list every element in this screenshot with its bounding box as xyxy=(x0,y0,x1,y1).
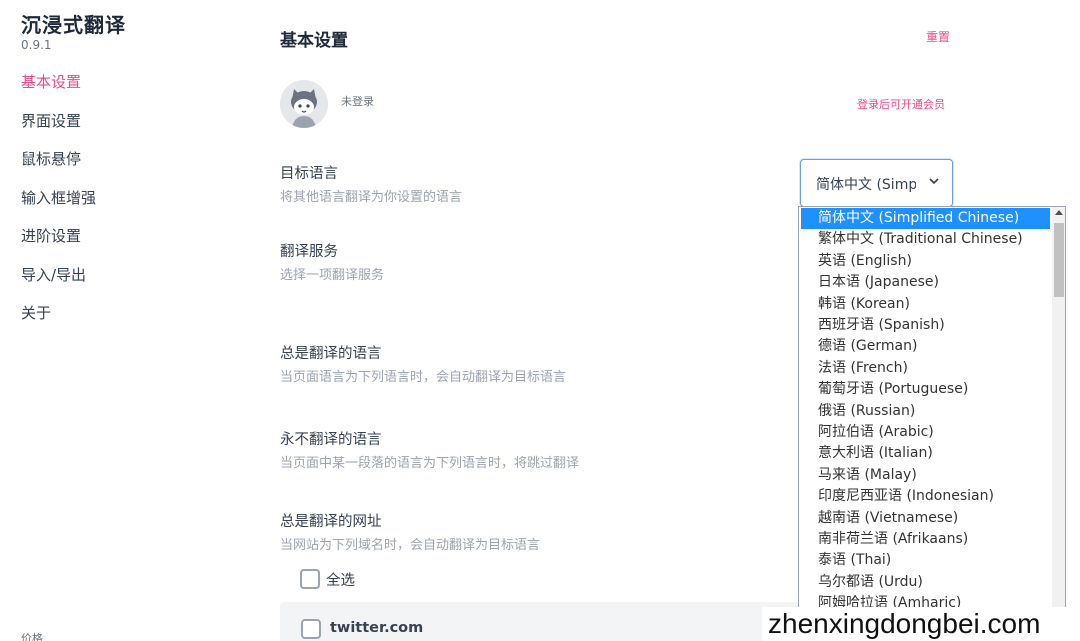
never-translate-languages-desc: 当页面中某一段落的语言为下列语言时，将跳过翻译 xyxy=(280,456,580,471)
scroll-up-arrow-icon[interactable] xyxy=(1055,210,1063,215)
language-option[interactable]: 马来语 (Malay) xyxy=(801,465,1050,486)
language-option[interactable]: 日本语 (Japanese) xyxy=(801,272,1050,293)
language-option[interactable]: 意大利语 (Italian) xyxy=(801,443,1050,464)
language-option[interactable]: 韩语 (Korean) xyxy=(801,294,1050,315)
sidebar-item-advanced-settings[interactable]: 进阶设置 xyxy=(21,224,96,263)
language-option[interactable]: 阿拉伯语 (Arabic) xyxy=(801,422,1050,443)
avatar[interactable] xyxy=(280,80,328,128)
language-option[interactable]: 印度尼西亚语 (Indonesian) xyxy=(801,486,1050,507)
page-title: 基本设置 xyxy=(280,31,348,51)
language-option[interactable]: 葡萄牙语 (Portuguese) xyxy=(801,379,1050,400)
language-option[interactable]: 南非荷兰语 (Afrikaans) xyxy=(801,529,1050,550)
select-all-label: 全选 xyxy=(326,572,355,589)
always-translate-languages-desc: 当页面语言为下列语言时，会自动翻译为目标语言 xyxy=(280,370,567,385)
chevron-down-icon xyxy=(929,178,939,185)
never-translate-languages-title: 永不翻译的语言 xyxy=(280,432,382,448)
language-option[interactable]: 西班牙语 (Spanish) xyxy=(801,315,1050,336)
sidebar-item-about[interactable]: 关于 xyxy=(21,301,96,340)
translation-service-title: 翻译服务 xyxy=(280,244,338,260)
language-option[interactable]: 泰语 (Thai) xyxy=(801,550,1050,571)
dropdown-scrollbar[interactable] xyxy=(1052,207,1065,640)
sidebar-item-mouse-hover[interactable]: 鼠标悬停 xyxy=(21,147,96,186)
sidebar-item-input-enhance[interactable]: 输入框增强 xyxy=(21,186,96,225)
scrollbar-thumb[interactable] xyxy=(1054,223,1064,297)
target-language-title: 目标语言 xyxy=(280,166,338,182)
sidebar-item-import-export[interactable]: 导入/导出 xyxy=(21,263,96,302)
language-option[interactable]: 德语 (German) xyxy=(801,336,1050,357)
target-language-select[interactable]: 简体中文 (Simplified Chinese) xyxy=(800,159,953,207)
language-option[interactable]: 越南语 (Vietnamese) xyxy=(801,508,1050,529)
always-translate-sites-desc: 当网站为下列域名时，会自动翻译为目标语言 xyxy=(280,538,541,553)
sidebar-item-basic-settings[interactable]: 基本设置 xyxy=(21,70,96,109)
site-list-item: twitter.com xyxy=(280,602,800,641)
always-translate-languages-title: 总是翻译的语言 xyxy=(280,346,382,362)
target-language-select-value: 简体中文 (Simplified Chinese) xyxy=(816,177,916,193)
login-status: 未登录 xyxy=(341,95,374,108)
watermark-text: zhenxingdongbei.com xyxy=(762,607,1080,641)
language-option[interactable]: 英语 (English) xyxy=(801,251,1050,272)
sidebar-item-price[interactable]: 价格 xyxy=(21,630,43,641)
language-option[interactable]: 繁体中文 (Traditional Chinese) xyxy=(801,229,1050,250)
translation-service-desc: 选择一项翻译服务 xyxy=(280,268,385,283)
site-domain: twitter.com xyxy=(330,620,424,636)
reset-button[interactable]: 重置 xyxy=(926,28,950,45)
target-language-desc: 将其他语言翻译为你设置的语言 xyxy=(280,190,463,205)
language-option[interactable]: 简体中文 (Simplified Chinese) xyxy=(801,208,1050,229)
site-checkbox[interactable] xyxy=(301,619,321,639)
select-all-checkbox[interactable] xyxy=(300,569,320,589)
always-translate-sites-title: 总是翻译的网址 xyxy=(280,514,382,530)
language-option[interactable]: 俄语 (Russian) xyxy=(801,401,1050,422)
sidebar-nav: 基本设置 界面设置 鼠标悬停 输入框增强 进阶设置 导入/导出 关于 xyxy=(21,70,96,340)
sidebar-item-interface-settings[interactable]: 界面设置 xyxy=(21,109,96,148)
language-dropdown-list: 简体中文 (Simplified Chinese) 繁体中文 (Traditio… xyxy=(798,206,1066,641)
cat-avatar-icon xyxy=(280,80,328,128)
app-title: 沉浸式翻译 xyxy=(21,13,126,37)
app-version: 0.9.1 xyxy=(21,38,52,52)
sidebar: 沉浸式翻译 0.9.1 基本设置 界面设置 鼠标悬停 输入框增强 进阶设置 导入… xyxy=(0,0,230,641)
language-option[interactable]: 乌尔都语 (Urdu) xyxy=(801,572,1050,593)
login-member-link[interactable]: 登录后可开通会员 xyxy=(857,96,945,112)
select-all-row: 全选 xyxy=(300,568,355,590)
language-option[interactable]: 法语 (French) xyxy=(801,358,1050,379)
